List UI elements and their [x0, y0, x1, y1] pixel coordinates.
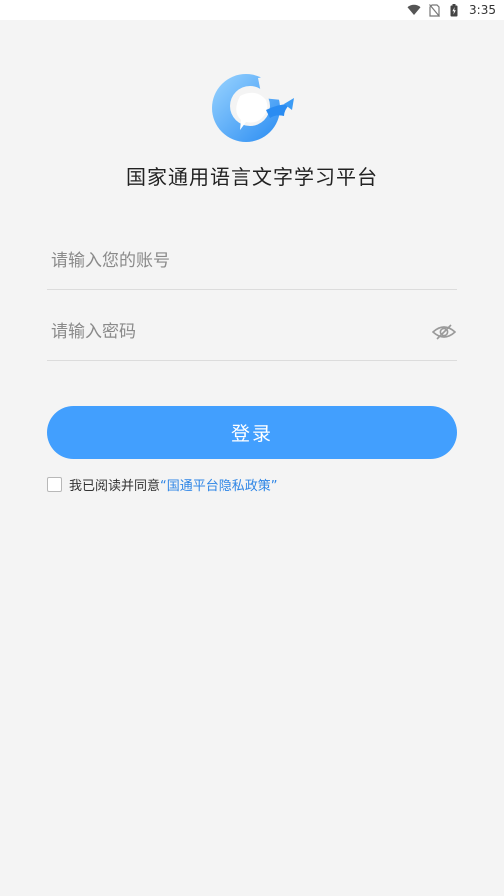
password-input[interactable]	[47, 303, 457, 360]
status-bar: 3:35	[0, 0, 504, 20]
logo-container	[0, 64, 504, 154]
login-button[interactable]: 登录	[47, 406, 457, 459]
eye-hidden-icon	[432, 324, 456, 340]
wifi-icon	[407, 3, 421, 17]
agreement-text: 我已阅读并同意	[69, 478, 161, 494]
agreement-row: 我已阅读并同意“国通平台隐私政策”	[47, 474, 278, 494]
password-field	[47, 303, 457, 361]
agreement-checkbox[interactable]	[47, 476, 62, 492]
password-visibility-toggle[interactable]	[431, 320, 457, 344]
account-field	[47, 232, 457, 290]
privacy-policy-link[interactable]: “国通平台隐私政策”	[160, 479, 277, 494]
status-time: 3:35	[469, 3, 496, 17]
account-input[interactable]	[47, 232, 457, 289]
battery-charging-icon	[447, 3, 461, 17]
no-sim-icon	[427, 3, 441, 17]
dolphin-g-logo	[212, 74, 294, 142]
app-title: 国家通用语言文字学习平台	[126, 165, 378, 189]
